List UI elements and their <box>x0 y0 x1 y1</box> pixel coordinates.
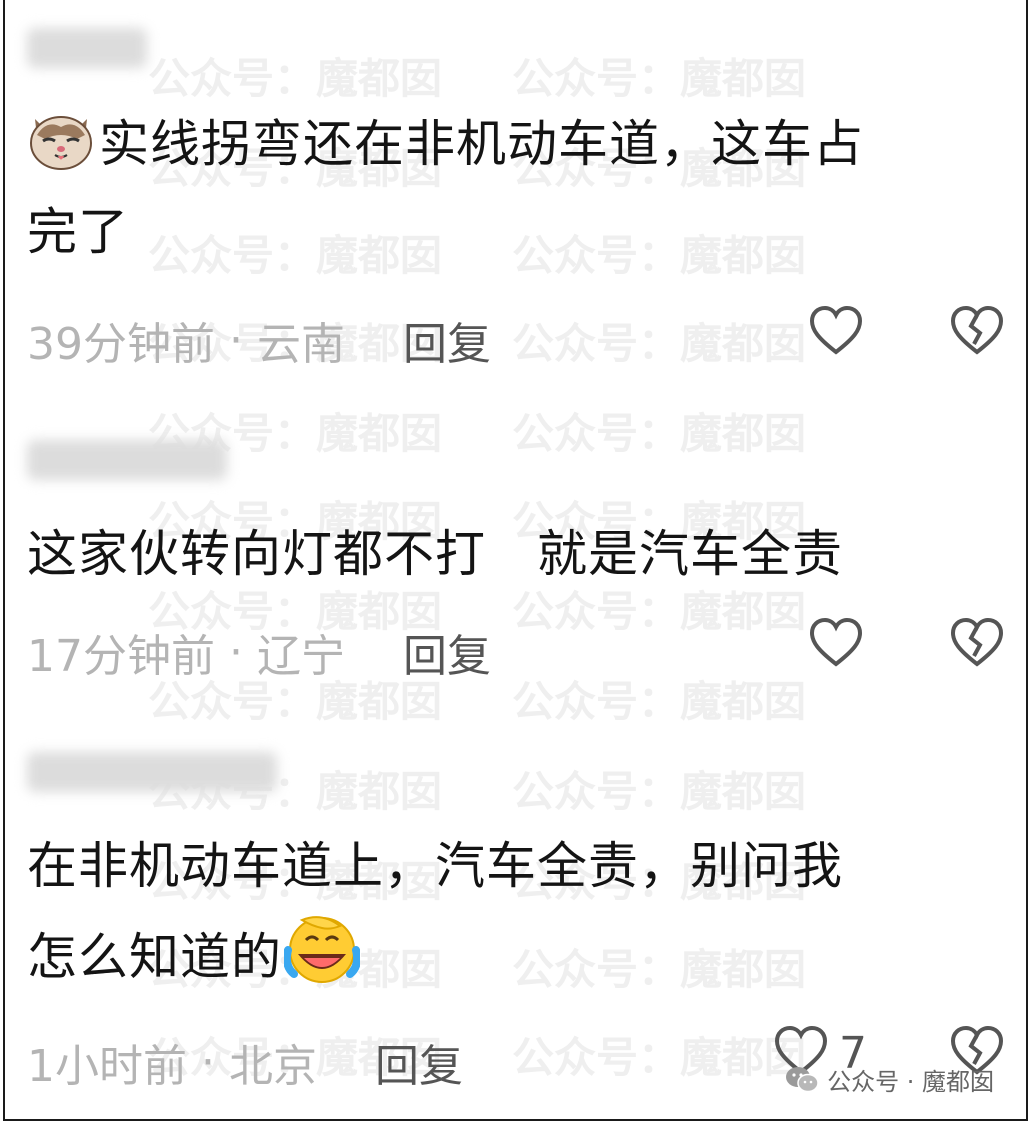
dislike-button[interactable] <box>949 304 1005 360</box>
watermark-text: 公众号：魔都囡 <box>512 319 807 368</box>
heart-outline-icon <box>809 617 863 667</box>
comment-list-panel: 公众号：魔都囡 公众号：魔都囡 公众号：魔都囡 公众号：魔都囡 公众号：魔都囡 公众号… <box>3 0 1028 1121</box>
account-watermark: 公众号 · 魔都囡 <box>785 1062 994 1097</box>
comment-meta: 17分钟前 · 辽宁 回复 <box>27 620 491 684</box>
like-button[interactable] <box>808 616 864 672</box>
laughing-crying-emoji <box>282 910 362 986</box>
meta-separator: · <box>229 314 243 366</box>
comment-meta: 39分钟前 · 云南 回复 <box>27 308 491 372</box>
reply-button[interactable]: 回复 <box>403 620 491 684</box>
comment-time: 39分钟前 <box>27 319 215 370</box>
wechat-icon <box>785 1065 819 1095</box>
watermark-text: 公众号：魔都囡 <box>148 54 443 103</box>
comment-time: 17分钟前 <box>27 631 215 682</box>
comment-text-line: 实线拐弯还在非机动车道，这车占 <box>99 115 864 173</box>
comment-text-line: 这家伙转向灯都不打 就是汽车全责 <box>27 525 843 583</box>
comment-text-line: 完了 <box>27 203 129 261</box>
comment-location: 北京 <box>229 1041 317 1092</box>
comment-time: 1小时前 <box>27 1041 187 1092</box>
watermark-text: 公众号：魔都囡 <box>512 54 807 103</box>
reply-button[interactable]: 回复 <box>403 308 491 372</box>
account-label: 公众号 · 魔都囡 <box>827 1068 994 1096</box>
cat-face-emoji <box>27 105 95 173</box>
meta-separator: · <box>201 1036 215 1088</box>
broken-heart-icon <box>950 617 1004 667</box>
watermark-text: 公众号：魔都囡 <box>512 1033 807 1082</box>
comment-location: 云南 <box>257 319 345 370</box>
comment-location: 辽宁 <box>257 631 345 682</box>
meta-separator: · <box>229 626 243 678</box>
like-button[interactable] <box>808 304 864 360</box>
comment-text-line: 怎么知道的 <box>27 928 282 986</box>
watermark-text: 公众号：魔都囡 <box>512 767 807 816</box>
comment-text: 实线拐弯还在非机动车道，这车占 完了 <box>27 100 1004 276</box>
blurred-username[interactable] <box>27 752 277 792</box>
blurred-username[interactable] <box>27 440 227 480</box>
watermark-text: 公众号：魔都囡 <box>512 677 807 726</box>
comment-text: 在非机动车道上，汽车全责，别问我 怎么知道的 <box>27 822 1004 1001</box>
comment-meta: 1小时前 · 北京 回复 <box>27 1030 463 1094</box>
watermark-text: 公众号：魔都囡 <box>512 409 807 458</box>
comment-text-line: 在非机动车道上，汽车全责，别问我 <box>27 837 843 895</box>
reply-button[interactable]: 回复 <box>375 1030 463 1094</box>
blurred-username[interactable] <box>27 28 147 68</box>
broken-heart-icon <box>950 305 1004 355</box>
comment-text: 这家伙转向灯都不打 就是汽车全责 <box>27 510 1004 598</box>
dislike-button[interactable] <box>949 616 1005 672</box>
heart-outline-icon <box>809 305 863 355</box>
